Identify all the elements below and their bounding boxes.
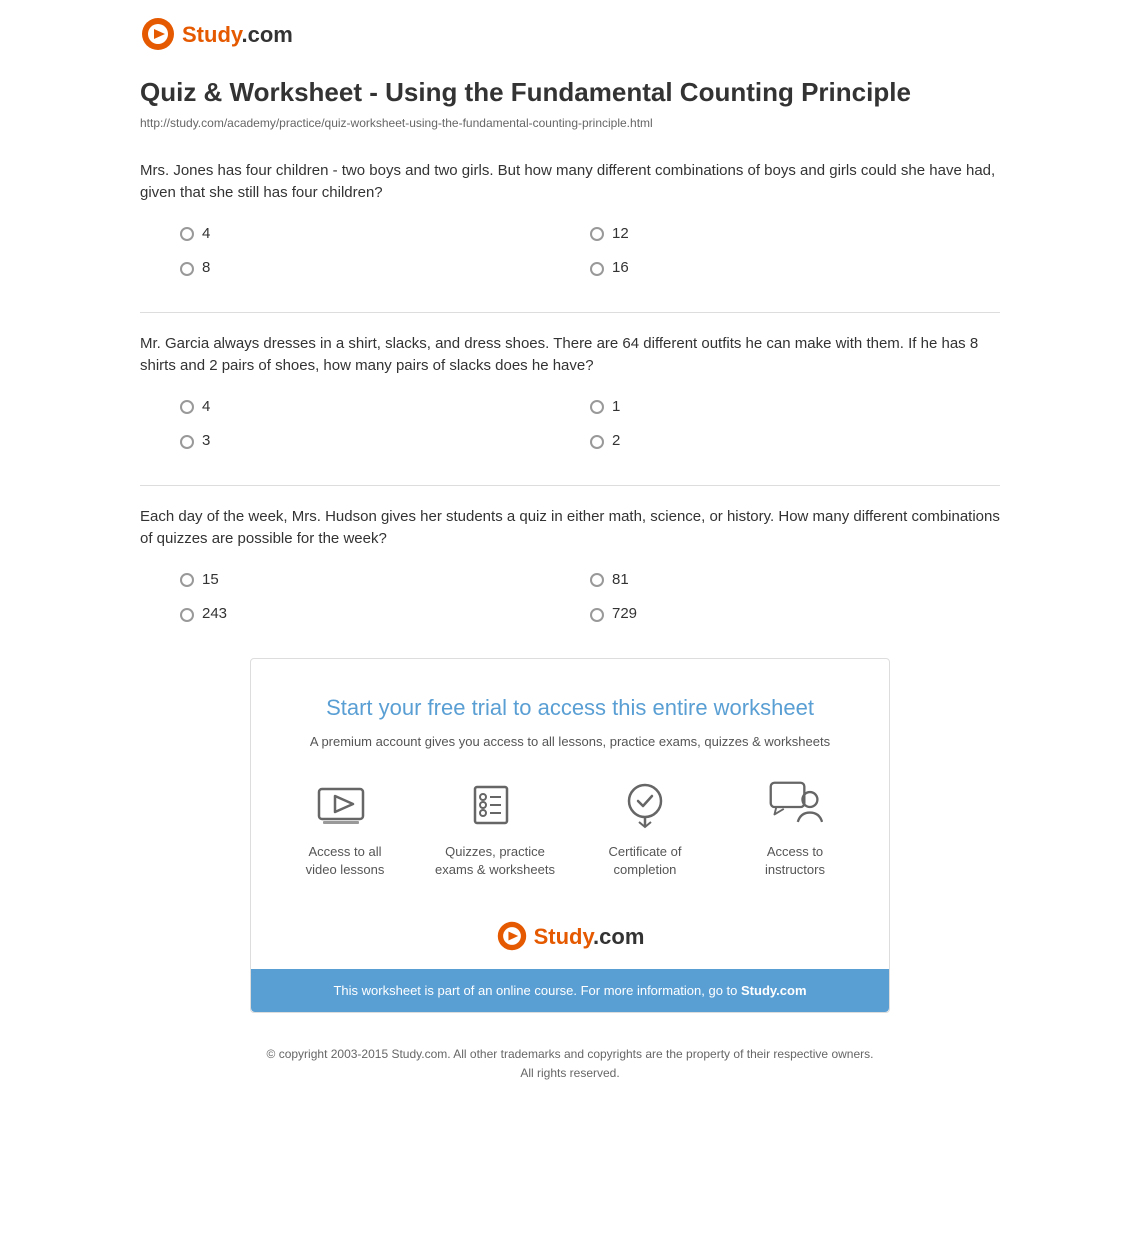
radio-3c[interactable] xyxy=(180,608,194,622)
promo-logo-icon xyxy=(496,920,528,952)
logo-text: Study.com xyxy=(182,18,293,51)
feature-video: Access to allvideo lessons xyxy=(280,779,410,879)
feature-certificate-label: Certificate ofcompletion xyxy=(609,843,682,879)
feature-video-label: Access to allvideo lessons xyxy=(306,843,385,879)
option-3d[interactable]: 729 xyxy=(590,603,1000,626)
feature-certificate: Certificate ofcompletion xyxy=(580,779,710,879)
divider-1 xyxy=(140,312,1000,313)
radio-1c[interactable] xyxy=(180,262,194,276)
promo-box: Start your free trial to access this ent… xyxy=(250,658,890,1013)
divider-2 xyxy=(140,485,1000,486)
promo-title: Start your free trial to access this ent… xyxy=(275,691,865,724)
question-2: Mr. Garcia always dresses in a shirt, sl… xyxy=(140,333,1000,453)
option-1a-label: 4 xyxy=(202,223,210,246)
promo-logo[interactable]: Study.com xyxy=(275,904,865,969)
promo-bottom-text: This worksheet is part of an online cour… xyxy=(333,983,741,998)
logo-area: Study.com xyxy=(140,16,1000,52)
option-1b-label: 12 xyxy=(612,223,629,246)
logo[interactable]: Study.com xyxy=(140,16,1000,52)
question-2-text: Mr. Garcia always dresses in a shirt, sl… xyxy=(140,333,1000,378)
option-1c[interactable]: 8 xyxy=(180,257,590,280)
questions-container: Mrs. Jones has four children - two boys … xyxy=(140,160,1000,626)
page-container: Study.com Quiz & Worksheet - Using the F… xyxy=(120,0,1020,1116)
logo-icon xyxy=(140,16,176,52)
option-2b[interactable]: 1 xyxy=(590,396,1000,419)
promo-bottom-bar: This worksheet is part of an online cour… xyxy=(251,969,889,1013)
question-1: Mrs. Jones has four children - two boys … xyxy=(140,160,1000,280)
option-3c-label: 243 xyxy=(202,603,227,626)
logo-study: Study xyxy=(182,22,241,47)
option-3b-label: 81 xyxy=(612,569,629,592)
option-1a[interactable]: 4 xyxy=(180,223,590,246)
logo-com: com xyxy=(248,22,293,47)
radio-2d[interactable] xyxy=(590,435,604,449)
option-2d[interactable]: 2 xyxy=(590,430,1000,453)
question-3-text: Each day of the week, Mrs. Hudson gives … xyxy=(140,506,1000,551)
question-3: Each day of the week, Mrs. Hudson gives … xyxy=(140,506,1000,626)
certificate-icon xyxy=(617,779,673,835)
radio-3a[interactable] xyxy=(180,573,194,587)
option-2c[interactable]: 3 xyxy=(180,430,590,453)
option-2c-label: 3 xyxy=(202,430,210,453)
option-3d-label: 729 xyxy=(612,603,637,626)
radio-2a[interactable] xyxy=(180,400,194,414)
option-2a[interactable]: 4 xyxy=(180,396,590,419)
option-2d-label: 2 xyxy=(612,430,620,453)
page-title: Quiz & Worksheet - Using the Fundamental… xyxy=(140,76,1000,110)
option-2a-label: 4 xyxy=(202,396,210,419)
promo-subtitle: A premium account gives you access to al… xyxy=(275,732,865,752)
copyright: © copyright 2003-2015 Study.com. All oth… xyxy=(140,1045,1000,1083)
question-1-options: 4 12 8 16 xyxy=(140,223,1000,280)
question-3-options: 15 81 243 729 xyxy=(140,569,1000,626)
promo-logo-text: Study.com xyxy=(534,920,645,953)
option-2b-label: 1 xyxy=(612,396,620,419)
video-icon xyxy=(317,779,373,835)
radio-3b[interactable] xyxy=(590,573,604,587)
instructors-icon xyxy=(767,779,823,835)
feature-quizzes-label: Quizzes, practiceexams & worksheets xyxy=(435,843,555,879)
radio-2b[interactable] xyxy=(590,400,604,414)
feature-instructors-label: Access toinstructors xyxy=(765,843,825,879)
features-row: Access to allvideo lessons Quizzes, pra xyxy=(275,779,865,879)
option-3a[interactable]: 15 xyxy=(180,569,590,592)
promo-bottom-link[interactable]: Study.com xyxy=(741,983,807,998)
option-1d-label: 16 xyxy=(612,257,629,280)
question-2-options: 4 1 3 2 xyxy=(140,396,1000,453)
quizzes-icon xyxy=(467,779,523,835)
radio-3d[interactable] xyxy=(590,608,604,622)
radio-2c[interactable] xyxy=(180,435,194,449)
question-1-text: Mrs. Jones has four children - two boys … xyxy=(140,160,1000,205)
option-1d[interactable]: 16 xyxy=(590,257,1000,280)
option-1c-label: 8 xyxy=(202,257,210,280)
feature-quizzes: Quizzes, practiceexams & worksheets xyxy=(430,779,560,879)
option-3b[interactable]: 81 xyxy=(590,569,1000,592)
option-3a-label: 15 xyxy=(202,569,219,592)
radio-1a[interactable] xyxy=(180,227,194,241)
radio-1b[interactable] xyxy=(590,227,604,241)
feature-instructors: Access toinstructors xyxy=(730,779,860,879)
option-3c[interactable]: 243 xyxy=(180,603,590,626)
radio-1d[interactable] xyxy=(590,262,604,276)
option-1b[interactable]: 12 xyxy=(590,223,1000,246)
page-url: http://study.com/academy/practice/quiz-w… xyxy=(140,114,1000,132)
